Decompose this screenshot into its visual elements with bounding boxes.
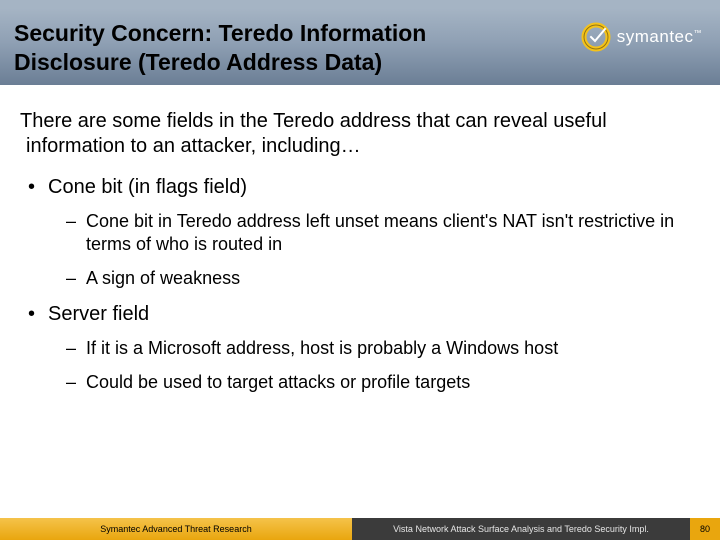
sub-bullet-list: Cone bit in Teredo address left unset me… xyxy=(48,210,700,290)
page-number: 80 xyxy=(690,518,720,540)
symantec-logo-icon xyxy=(581,22,611,52)
slide-footer: Symantec Advanced Threat Research Vista … xyxy=(0,518,720,540)
slide-header: Security Concern: Teredo Information Dis… xyxy=(0,0,720,85)
bullet-item: Server field If it is a Microsoft addres… xyxy=(28,302,700,394)
intro-text: There are some fields in the Teredo addr… xyxy=(20,109,700,159)
brand-logo: symantec™ xyxy=(581,22,702,52)
sub-bullet-item: A sign of weakness xyxy=(66,267,700,290)
sub-bullet-list: If it is a Microsoft address, host is pr… xyxy=(48,337,700,394)
slide: Security Concern: Teredo Information Dis… xyxy=(0,0,720,540)
bullet-text: Cone bit (in flags field) xyxy=(48,176,247,198)
bullet-text: Server field xyxy=(48,303,149,325)
bullet-list: Cone bit (in flags field) Cone bit in Te… xyxy=(20,175,700,394)
sub-bullet-item: If it is a Microsoft address, host is pr… xyxy=(66,337,700,360)
slide-title: Security Concern: Teredo Information Dis… xyxy=(0,9,488,77)
footer-center: Vista Network Attack Surface Analysis an… xyxy=(352,518,690,540)
bullet-item: Cone bit (in flags field) Cone bit in Te… xyxy=(28,175,700,290)
sub-bullet-item: Could be used to target attacks or profi… xyxy=(66,371,700,394)
brand-name: symantec™ xyxy=(617,27,702,47)
sub-bullet-item: Cone bit in Teredo address left unset me… xyxy=(66,210,700,255)
footer-left: Symantec Advanced Threat Research xyxy=(0,518,352,540)
slide-body: There are some fields in the Teredo addr… xyxy=(0,85,720,394)
